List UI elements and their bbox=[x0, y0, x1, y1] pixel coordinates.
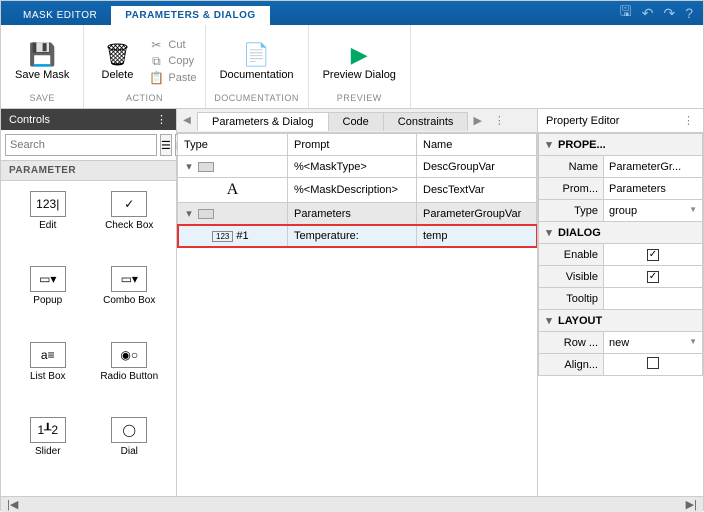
prop-tooltip-field[interactable] bbox=[604, 288, 703, 310]
redo-icon[interactable]: ↷ bbox=[663, 5, 675, 22]
group-save-label: SAVE bbox=[30, 93, 55, 105]
trash-icon: 🗑 bbox=[103, 41, 131, 69]
table-row-selected[interactable]: 123#1 Temperature: temp bbox=[178, 225, 537, 247]
table-row[interactable]: ▾ Parameters ParameterGroupVar bbox=[178, 203, 537, 225]
parameter-section-header: PARAMETER bbox=[1, 160, 176, 181]
save-icon[interactable]: 🖫 bbox=[620, 1, 632, 25]
collapse-icon[interactable]: ▾ bbox=[184, 207, 194, 220]
tabs-menu-icon[interactable]: ⋮ bbox=[488, 114, 511, 127]
tabs-scroll-right-icon[interactable]: ▶ bbox=[467, 114, 487, 127]
parameters-table: Type Prompt Name ▾ %<MaskType> DescGroup… bbox=[177, 133, 537, 247]
delete-label: Delete bbox=[102, 69, 134, 81]
section-layout[interactable]: ▾LAYOUT bbox=[539, 310, 703, 332]
tab-mask-editor[interactable]: MASK EDITOR bbox=[9, 6, 111, 25]
prop-type-dropdown[interactable]: group▼ bbox=[604, 200, 703, 222]
control-icon: ◯ bbox=[111, 417, 147, 443]
property-menu-icon[interactable]: ⋮ bbox=[683, 114, 695, 127]
control-icon: ▭▾ bbox=[30, 266, 66, 292]
table-row[interactable]: ▾ %<MaskType> DescGroupVar bbox=[178, 156, 537, 178]
delete-button[interactable]: 🗑 Delete bbox=[92, 29, 142, 93]
folder-icon bbox=[198, 209, 214, 219]
control-item-dial[interactable]: ◯ Dial bbox=[91, 417, 169, 486]
scissors-icon: ✂ bbox=[148, 38, 164, 52]
list-view-icon[interactable]: ☰ bbox=[160, 134, 172, 156]
prop-prompt-field[interactable]: Parameters bbox=[604, 178, 703, 200]
help-icon[interactable]: ? bbox=[685, 5, 693, 21]
preview-label: Preview Dialog bbox=[323, 69, 396, 81]
control-label: Check Box bbox=[105, 220, 153, 231]
save-mask-icon: 💾 bbox=[29, 41, 56, 69]
control-icon: 1┸2 bbox=[30, 417, 66, 443]
control-item-combo-box[interactable]: ▭▾ Combo Box bbox=[91, 266, 169, 335]
control-icon: ▭▾ bbox=[111, 266, 147, 292]
control-icon: a≡ bbox=[30, 342, 66, 368]
control-item-slider[interactable]: 1┸2 Slider bbox=[9, 417, 87, 486]
control-label: Slider bbox=[35, 446, 61, 457]
documentation-label: Documentation bbox=[220, 69, 294, 81]
control-label: Radio Button bbox=[100, 371, 158, 382]
documentation-button[interactable]: 📄 Documentation bbox=[214, 29, 300, 93]
table-row[interactable]: A %<MaskDescription> DescTextVar bbox=[178, 178, 537, 203]
doc-icon: 📄 bbox=[243, 41, 270, 69]
section-properties[interactable]: ▾PROPE... bbox=[539, 134, 703, 156]
control-label: List Box bbox=[30, 371, 66, 382]
tab-constraints[interactable]: Constraints bbox=[383, 112, 469, 131]
tab-code[interactable]: Code bbox=[328, 112, 384, 131]
controls-panel-header: Controls ⋮ bbox=[1, 109, 176, 130]
cut-button[interactable]: ✂Cut bbox=[148, 38, 196, 52]
col-name[interactable]: Name bbox=[417, 134, 537, 156]
section-dialog[interactable]: ▾DIALOG bbox=[539, 222, 703, 244]
prop-row-dropdown[interactable]: new▼ bbox=[604, 332, 703, 354]
copy-icon: ⧉ bbox=[148, 54, 164, 69]
control-item-popup[interactable]: ▭▾ Popup bbox=[9, 266, 87, 335]
tabs-scroll-left-icon[interactable]: ◀ bbox=[179, 115, 195, 126]
control-label: Edit bbox=[39, 220, 56, 231]
control-item-edit[interactable]: 123| Edit bbox=[9, 191, 87, 260]
visible-checkbox[interactable]: ✓ bbox=[647, 271, 659, 283]
collapse-icon[interactable]: ▾ bbox=[184, 160, 194, 173]
control-icon: 123| bbox=[30, 191, 66, 217]
edit-type-icon: 123 bbox=[212, 231, 233, 242]
control-label: Combo Box bbox=[103, 295, 155, 306]
tab-params-dialog[interactable]: Parameters & Dialog bbox=[197, 112, 329, 131]
search-input[interactable] bbox=[5, 134, 157, 156]
align-checkbox[interactable] bbox=[647, 357, 659, 369]
clipboard-icon: 📋 bbox=[148, 71, 164, 85]
control-item-radio-button[interactable]: ◉○ Radio Button bbox=[91, 342, 169, 411]
tab-parameters-dialog[interactable]: PARAMETERS & DIALOG bbox=[111, 6, 269, 25]
folder-icon bbox=[198, 162, 214, 172]
property-editor-header: Property Editor ⋮ bbox=[538, 109, 703, 133]
control-item-list-box[interactable]: a≡ List Box bbox=[9, 342, 87, 411]
control-item-check-box[interactable]: ✓ Check Box bbox=[91, 191, 169, 260]
scroll-right-icon[interactable]: ▶| bbox=[686, 498, 697, 511]
save-mask-button[interactable]: 💾 Save Mask bbox=[9, 29, 75, 93]
control-label: Popup bbox=[33, 295, 62, 306]
property-table: ▾PROPE... NameParameterGr... Prom...Para… bbox=[538, 133, 703, 376]
group-doc-label: DOCUMENTATION bbox=[214, 93, 299, 105]
play-icon: ▶ bbox=[351, 41, 368, 69]
scroll-left-icon[interactable]: |◀ bbox=[7, 498, 18, 511]
preview-dialog-button[interactable]: ▶ Preview Dialog bbox=[317, 29, 402, 93]
copy-button[interactable]: ⧉Copy bbox=[148, 54, 196, 69]
group-action-label: ACTION bbox=[126, 93, 163, 105]
control-icon: ✓ bbox=[111, 191, 147, 217]
col-type[interactable]: Type bbox=[178, 134, 288, 156]
control-icon: ◉○ bbox=[111, 342, 147, 368]
control-label: Dial bbox=[121, 446, 138, 457]
save-mask-label: Save Mask bbox=[15, 69, 69, 81]
col-prompt[interactable]: Prompt bbox=[288, 134, 417, 156]
group-preview-label: PREVIEW bbox=[337, 93, 382, 105]
prop-name-field[interactable]: ParameterGr... bbox=[604, 156, 703, 178]
undo-icon[interactable]: ↶ bbox=[642, 5, 654, 22]
text-type-icon: A bbox=[223, 181, 243, 199]
enable-checkbox[interactable]: ✓ bbox=[647, 249, 659, 261]
controls-menu-icon[interactable]: ⋮ bbox=[156, 113, 168, 126]
paste-button[interactable]: 📋Paste bbox=[148, 71, 196, 85]
